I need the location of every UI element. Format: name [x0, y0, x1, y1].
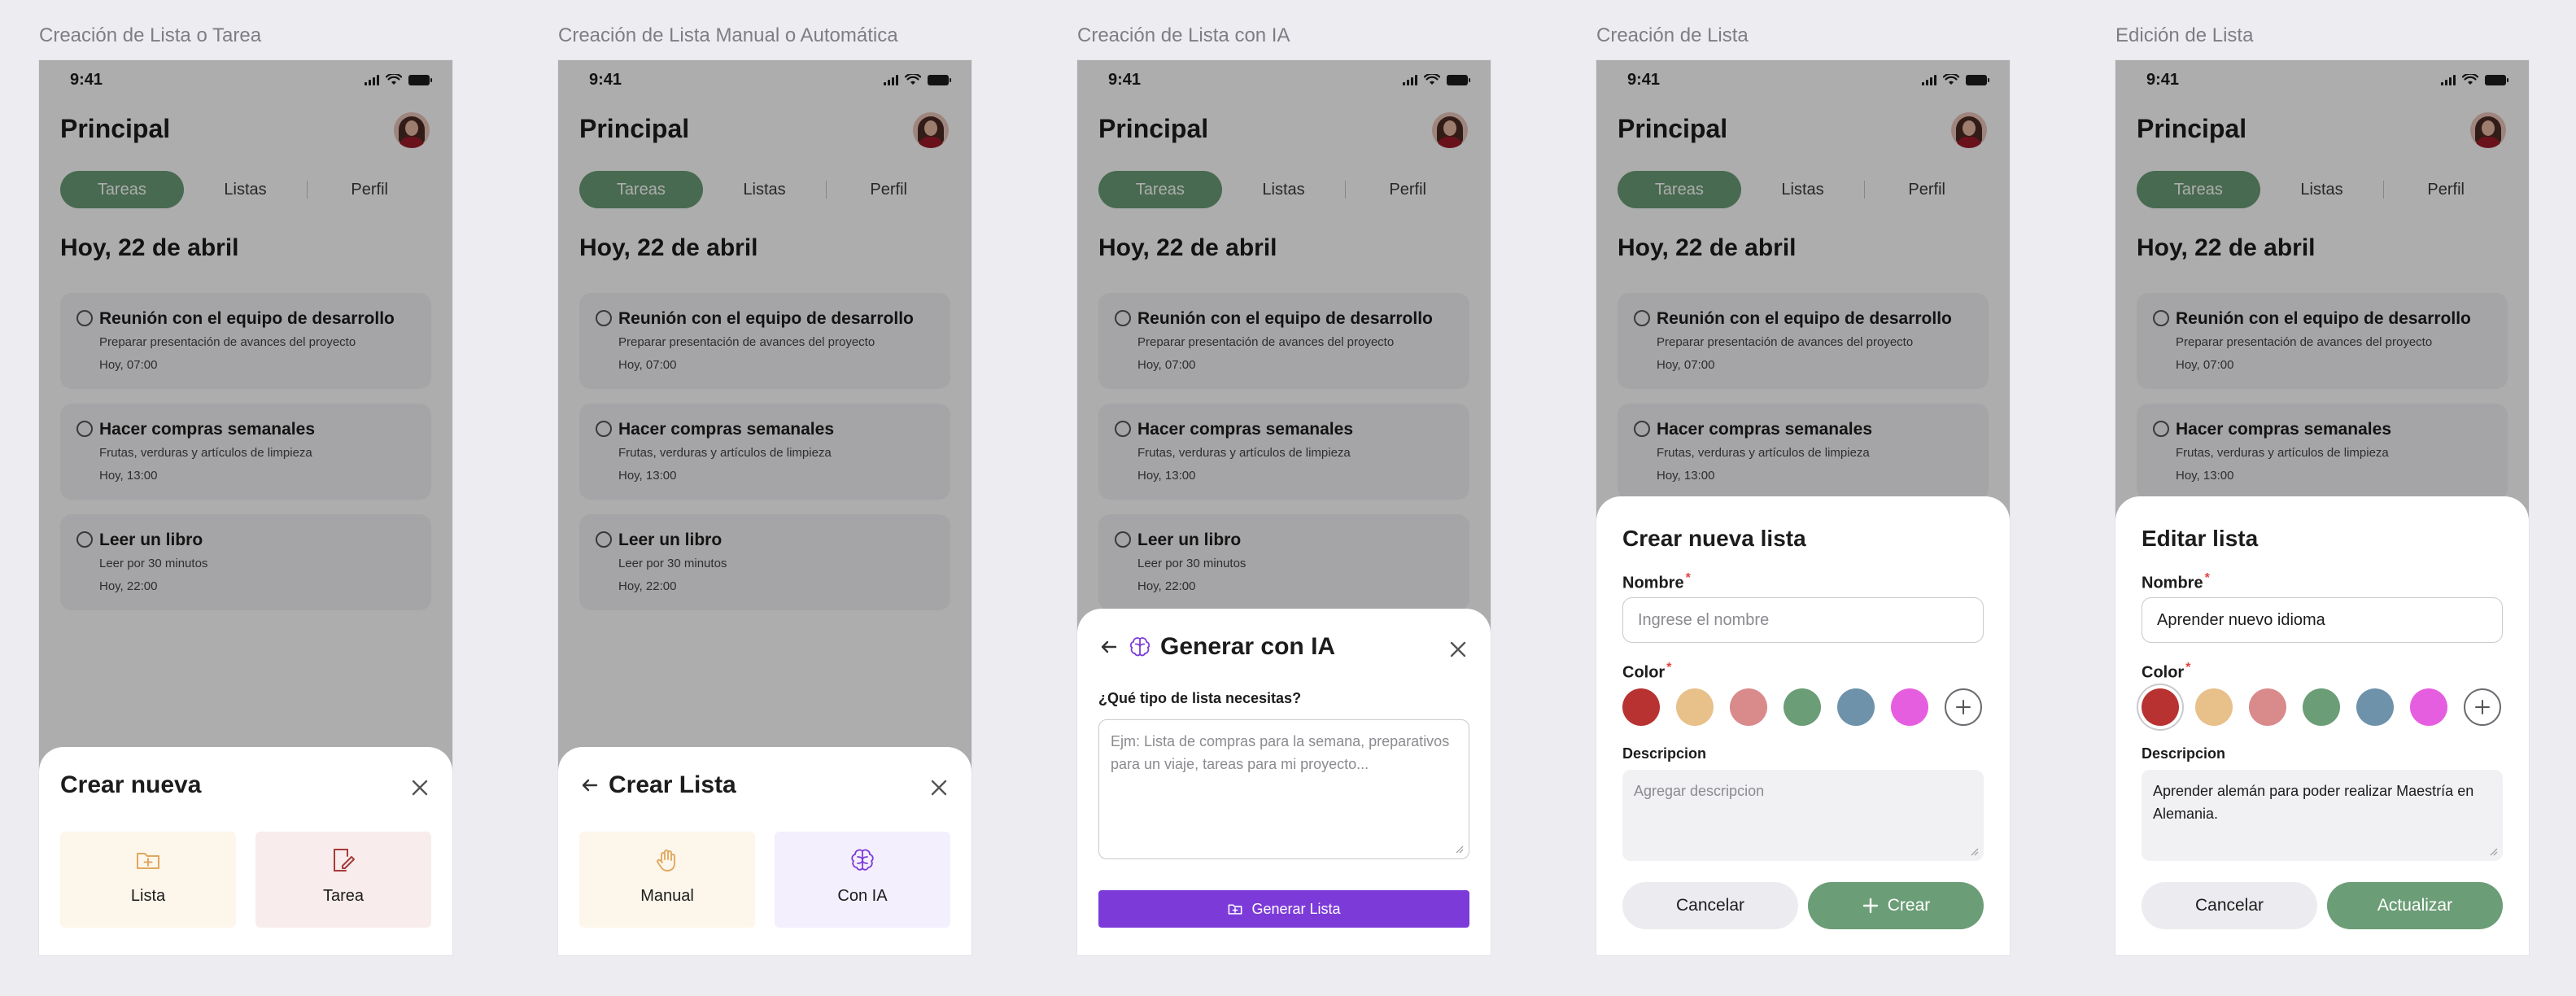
bottom-sheet: Crear nueva lista Nombre * Ingrese el nom…: [1596, 496, 2010, 955]
hand-icon: [657, 850, 675, 872]
close-icon[interactable]: [1447, 638, 1469, 661]
option-label: Manual: [640, 887, 694, 905]
resize-handle-icon[interactable]: [1969, 846, 1979, 856]
option-con-ia-button[interactable]: Con IA: [775, 832, 950, 928]
add-color-button[interactable]: [1945, 688, 1982, 726]
color-swatch[interactable]: [1622, 688, 1660, 726]
sheet-title-row: Crear Lista: [579, 771, 736, 799]
required-mark: *: [1685, 571, 1691, 585]
description-input[interactable]: Aprender alemán para poder realizar Maes…: [2142, 770, 2503, 861]
plus-icon: [1862, 898, 1878, 914]
description-label: Descripcion: [1622, 745, 1707, 762]
close-icon[interactable]: [928, 776, 950, 799]
folder-plus-icon: [137, 853, 159, 869]
description-label: Descripcion: [2142, 745, 2226, 762]
frame-caption: Creación de Lista con IA: [1077, 24, 1290, 46]
back-arrow-icon[interactable]: [1098, 636, 1120, 657]
plus-icon: [2475, 700, 2490, 714]
color-swatch[interactable]: [2195, 688, 2233, 726]
phone-screen: 9:41 Principal Tareas Listas Perfil Hoy,…: [558, 60, 971, 955]
description-input[interactable]: Agregar descripcion: [1622, 770, 1984, 861]
sheet-title-row: Generar con IA: [1098, 633, 1335, 661]
ai-prompt-input[interactable]: Ejm: Lista de compras para la semana, pr…: [1098, 719, 1469, 859]
required-mark: *: [1666, 661, 1672, 675]
color-picker: [2142, 688, 2503, 726]
phone-screen: 9:41 Principal Tareas Listas Perfil Hoy,…: [2115, 60, 2529, 955]
frame-caption: Creación de Lista: [1596, 24, 1749, 46]
sheet-title: Crear nueva lista: [1622, 526, 1806, 551]
option-tarea-button[interactable]: Tarea: [255, 832, 431, 928]
required-mark: *: [2204, 571, 2210, 585]
button-label: Crear: [1887, 896, 1931, 915]
generate-list-button[interactable]: Generar Lista: [1098, 890, 1469, 928]
button-label: Actualizar: [2377, 896, 2453, 915]
option-manual-button[interactable]: Manual: [579, 832, 755, 928]
option-label: Tarea: [322, 887, 365, 905]
color-label: Color *: [1622, 661, 1672, 682]
bottom-sheet: Crear nueva Lista Tarea: [39, 747, 452, 955]
color-swatch[interactable]: [2142, 688, 2179, 726]
bottom-sheet: Crear Lista Manual Con IA: [558, 747, 971, 955]
resize-handle-icon[interactable]: [1454, 844, 1464, 854]
color-swatch[interactable]: [1730, 688, 1767, 726]
phone-screen: 9:41 Principal Tareas Listas Perfil Hoy,…: [1077, 60, 1491, 955]
option-label: Lista: [130, 887, 166, 905]
name-input[interactable]: Ingrese el nombre: [1622, 597, 1984, 643]
frame-caption: Edición de Lista: [2115, 24, 2254, 46]
brain-icon: [851, 849, 874, 871]
bottom-sheet: Editar lista Nombre * Aprender nuevo idio…: [2115, 496, 2529, 955]
frame-caption: Creación de Lista o Tarea: [39, 24, 262, 46]
sheet-title: Crear nueva: [60, 771, 202, 798]
close-icon[interactable]: [408, 776, 431, 799]
button-label: Cancelar: [2194, 896, 2264, 915]
color-swatch[interactable]: [1784, 688, 1821, 726]
sheet-title: Editar lista: [2142, 526, 2259, 551]
frame-caption: Creación de Lista Manual o Automática: [558, 24, 898, 46]
color-swatch[interactable]: [2356, 688, 2394, 726]
phone-screen: 9:41 Principal Tareas Listas Perfil Hoy,…: [39, 60, 452, 955]
color-swatch[interactable]: [1837, 688, 1875, 726]
sheet-title: Generar con IA: [1160, 633, 1336, 660]
button-label: Cancelar: [1675, 896, 1745, 915]
add-color-button[interactable]: [2464, 688, 2501, 726]
color-swatch[interactable]: [2303, 688, 2340, 726]
cancel-button[interactable]: Cancelar: [1622, 882, 1798, 929]
name-input[interactable]: Aprender nuevo idioma: [2142, 597, 2503, 643]
cancel-button[interactable]: Cancelar: [2142, 882, 2317, 929]
plus-icon: [1956, 700, 1971, 714]
color-picker: [1622, 688, 1984, 726]
create-button[interactable]: Crear: [1808, 882, 1984, 929]
option-label: Con IA: [837, 887, 888, 905]
phone-screen: 9:41 Principal Tareas Listas Perfil Hoy,…: [1596, 60, 2010, 955]
color-swatch[interactable]: [2410, 688, 2447, 726]
name-label: Nombre *: [2142, 571, 2210, 592]
bottom-sheet: Generar con IA ¿Qué tipo de lista necesi…: [1077, 609, 1491, 955]
question-label: ¿Qué tipo de lista necesitas?: [1098, 690, 1302, 706]
back-arrow-icon[interactable]: [579, 775, 600, 796]
option-lista-button[interactable]: Lista: [60, 832, 236, 928]
button-label: Generar Lista: [1251, 900, 1341, 917]
resize-handle-icon[interactable]: [2488, 846, 2498, 856]
update-button[interactable]: Actualizar: [2327, 882, 2503, 929]
brain-icon: [1129, 637, 1150, 657]
color-swatch[interactable]: [2249, 688, 2286, 726]
color-swatch[interactable]: [1676, 688, 1714, 726]
color-swatch[interactable]: [1891, 688, 1928, 726]
sheet-title: Crear Lista: [609, 771, 736, 798]
color-label: Color *: [2142, 661, 2191, 682]
folder-plus-icon: [1229, 904, 1242, 915]
name-label: Nombre *: [1622, 571, 1691, 592]
note-edit-icon: [334, 849, 355, 872]
required-mark: *: [2185, 661, 2191, 675]
